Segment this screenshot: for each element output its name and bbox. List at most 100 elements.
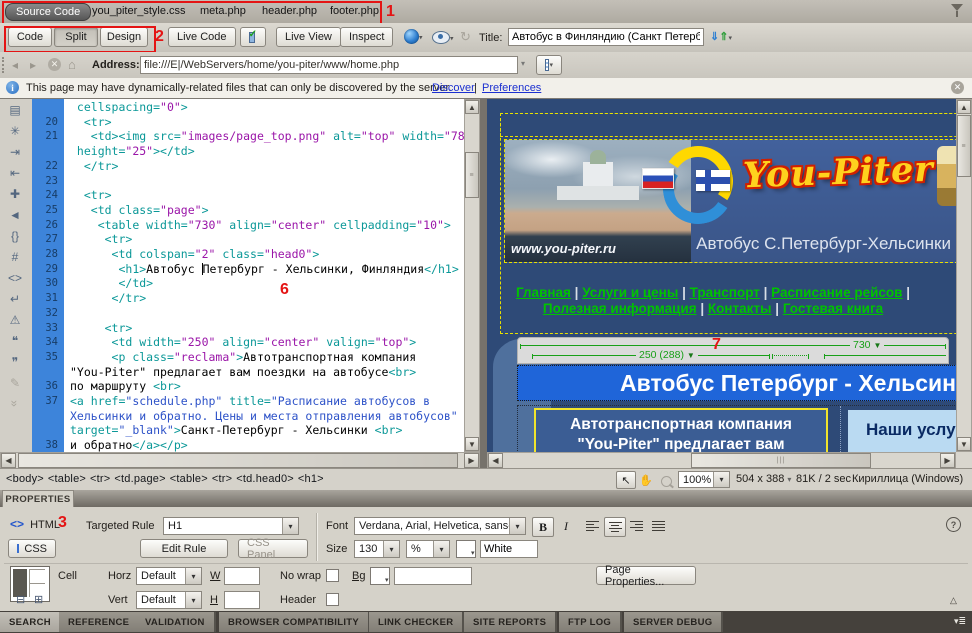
nav-link-4[interactable]: Расписание рейсов: [771, 285, 902, 300]
italic-button[interactable]: I: [556, 517, 576, 535]
inspect-button[interactable]: Inspect: [340, 27, 393, 47]
column-width-menu[interactable]: 250 (288) ▼: [636, 349, 698, 361]
tag-h1[interactable]: <h1>: [298, 473, 324, 485]
code-line[interactable]: 30 </td>: [32, 276, 432, 291]
code-line[interactable]: 23: [32, 174, 432, 189]
promo-cell[interactable]: Автотранспортная компания "You-Piter" пр…: [534, 408, 828, 452]
select-parent-tag-icon[interactable]: ◄: [0, 204, 30, 225]
filter-icon[interactable]: [950, 4, 964, 18]
home-icon[interactable]: ⌂: [68, 57, 76, 72]
address-dropdown-icon[interactable]: ▾: [521, 59, 525, 68]
nav-link-5[interactable]: Полезная информация: [543, 301, 697, 316]
code-line[interactable]: 20 <tr>: [32, 115, 432, 130]
show-more-icon[interactable]: »: [5, 389, 26, 419]
syntax-error-alerts-icon[interactable]: ⚠: [0, 309, 30, 330]
design-view[interactable]: You-Piter Автобус С.Петербург-Хельсинки …: [487, 99, 956, 452]
tag-tr2[interactable]: <tr>: [212, 473, 232, 485]
results-panel-menu-icon[interactable]: ▾≣: [954, 616, 966, 627]
nav-link-2[interactable]: Услуги и цены: [582, 285, 678, 300]
bg-color-input[interactable]: [394, 567, 472, 585]
results-tab-ftp-log[interactable]: FTP LOG: [559, 612, 622, 632]
discover-link[interactable]: Discover: [432, 82, 475, 94]
results-tab-reference[interactable]: REFERENCE: [59, 612, 140, 632]
tag-table[interactable]: <table>: [48, 473, 86, 485]
text-color-dropdown-icon[interactable]: ▾: [471, 549, 475, 557]
code-editor[interactable]: cellspacing="0">20 <tr>21 <td><img src="…: [32, 99, 432, 453]
align-left-button[interactable]: [582, 517, 602, 535]
tag-table2[interactable]: <table>: [170, 473, 208, 485]
html-mode-button[interactable]: <> HTML: [10, 517, 60, 531]
tag-body[interactable]: <body>: [6, 473, 44, 485]
results-tab-browser-compatibility[interactable]: BROWSER COMPATIBILITY: [219, 612, 370, 632]
merge-cells-icon[interactable]: ⊟: [16, 593, 25, 606]
preview-in-browser-icon[interactable]: ▾: [404, 29, 423, 44]
nav-link-6[interactable]: Контакты: [708, 301, 772, 316]
collapse-full-tag-icon[interactable]: ⇥: [0, 141, 30, 162]
horz-select[interactable]: Default▾: [136, 567, 202, 585]
remove-comment-icon[interactable]: ❞: [0, 351, 30, 372]
results-tab-server-debug[interactable]: SERVER DEBUG: [624, 612, 723, 632]
code-horizontal-scrollbar[interactable]: ◀ ▶: [0, 452, 480, 469]
table-width-menu[interactable]: 730 ▼: [850, 339, 884, 351]
header-checkbox[interactable]: [326, 593, 339, 606]
code-line[interactable]: 38и обратно</a></p>: [32, 438, 432, 453]
code-line[interactable]: 24 <tr>: [32, 188, 432, 203]
preferences-link[interactable]: Preferences: [482, 82, 541, 94]
tag-selector[interactable]: <body><table><tr><td.page><table><tr><td…: [6, 473, 328, 485]
bg-color-dropdown-icon[interactable]: ▾: [385, 576, 389, 584]
code-line[interactable]: 27 <tr>: [32, 232, 432, 247]
expand-all-icon[interactable]: ✚: [0, 183, 30, 204]
align-right-button[interactable]: [626, 517, 646, 535]
css-panel-button[interactable]: CSS Panel: [238, 539, 308, 558]
visual-aids-icon[interactable]: ▾: [432, 31, 454, 44]
code-line[interactable]: 32: [32, 306, 432, 321]
code-line[interactable]: 36по маршруту <br>: [32, 379, 432, 394]
nav-link-1[interactable]: Главная: [516, 285, 571, 300]
collapse-selection-icon[interactable]: ⇤: [0, 162, 30, 183]
code-line[interactable]: "You-Piter" предлагает вам поездки на ав…: [32, 365, 432, 380]
results-tab-validation[interactable]: VALIDATION: [136, 612, 216, 632]
check-page-icon[interactable]: ✓: [240, 27, 266, 47]
help-icon[interactable]: ?: [946, 517, 961, 532]
code-line[interactable]: 29 <h1>Автобус Петербург - Хельсинки, Фи…: [32, 262, 432, 277]
code-line[interactable]: height="25"></td>: [32, 144, 432, 159]
bold-button[interactable]: B: [532, 517, 554, 537]
targeted-rule-select[interactable]: H1▾: [163, 517, 299, 535]
code-vertical-scrollbar[interactable]: ▲ ≡ ▼: [464, 99, 480, 452]
vert-select[interactable]: Default▾: [136, 591, 202, 609]
code-line[interactable]: 25 <td class="page">: [32, 203, 432, 218]
cell-width-input[interactable]: [224, 567, 260, 585]
back-icon[interactable]: ◂: [12, 58, 18, 72]
pane-splitter[interactable]: [480, 99, 487, 469]
services-cell[interactable]: Наши услуги: [848, 410, 956, 452]
close-info-bar-icon[interactable]: ✕: [951, 81, 964, 94]
justify-button[interactable]: [648, 517, 668, 535]
stop-icon[interactable]: ✕: [48, 58, 61, 71]
code-line[interactable]: 37<a href="schedule.php" title="Расписан…: [32, 394, 432, 409]
results-tab-link-checker[interactable]: LINK CHECKER: [369, 612, 464, 632]
page-heading-bar[interactable]: Автобус Петербург - Хельсинки: [517, 365, 956, 401]
text-color-input[interactable]: [480, 540, 538, 558]
nowrap-checkbox[interactable]: [326, 569, 339, 582]
select-tool-icon[interactable]: ↖: [616, 471, 636, 489]
code-line[interactable]: 34 <td width="250" align="center" valign…: [32, 335, 432, 350]
apply-comment-icon[interactable]: ❝: [0, 330, 30, 351]
highlight-invalid-code-icon[interactable]: <>: [0, 267, 30, 288]
code-line[interactable]: 22 </tr>: [32, 159, 432, 174]
tag-tr[interactable]: <tr>: [90, 473, 110, 485]
properties-tab[interactable]: PROPERTIES: [2, 490, 74, 508]
word-wrap-icon[interactable]: ↵: [0, 288, 30, 309]
cell-height-input[interactable]: [224, 591, 260, 609]
view-options-icon[interactable]: ▾: [536, 55, 562, 75]
code-line[interactable]: 26 <table width="730" align="center" cel…: [32, 218, 432, 233]
nav-link-3[interactable]: Транспорт: [690, 285, 760, 300]
forward-icon[interactable]: ▸: [30, 58, 36, 72]
nav-link-7[interactable]: Гостевая книга: [783, 301, 883, 316]
code-line[interactable]: 33 <tr>: [32, 321, 432, 336]
window-size-value[interactable]: 504 x 388 ▾: [736, 473, 791, 485]
results-tab-search[interactable]: SEARCH: [0, 612, 62, 632]
size-unit-select[interactable]: %▾: [406, 540, 450, 558]
title-input[interactable]: [508, 28, 704, 46]
address-input[interactable]: [140, 56, 518, 74]
code-navigator-icon[interactable]: ✳: [0, 120, 30, 141]
